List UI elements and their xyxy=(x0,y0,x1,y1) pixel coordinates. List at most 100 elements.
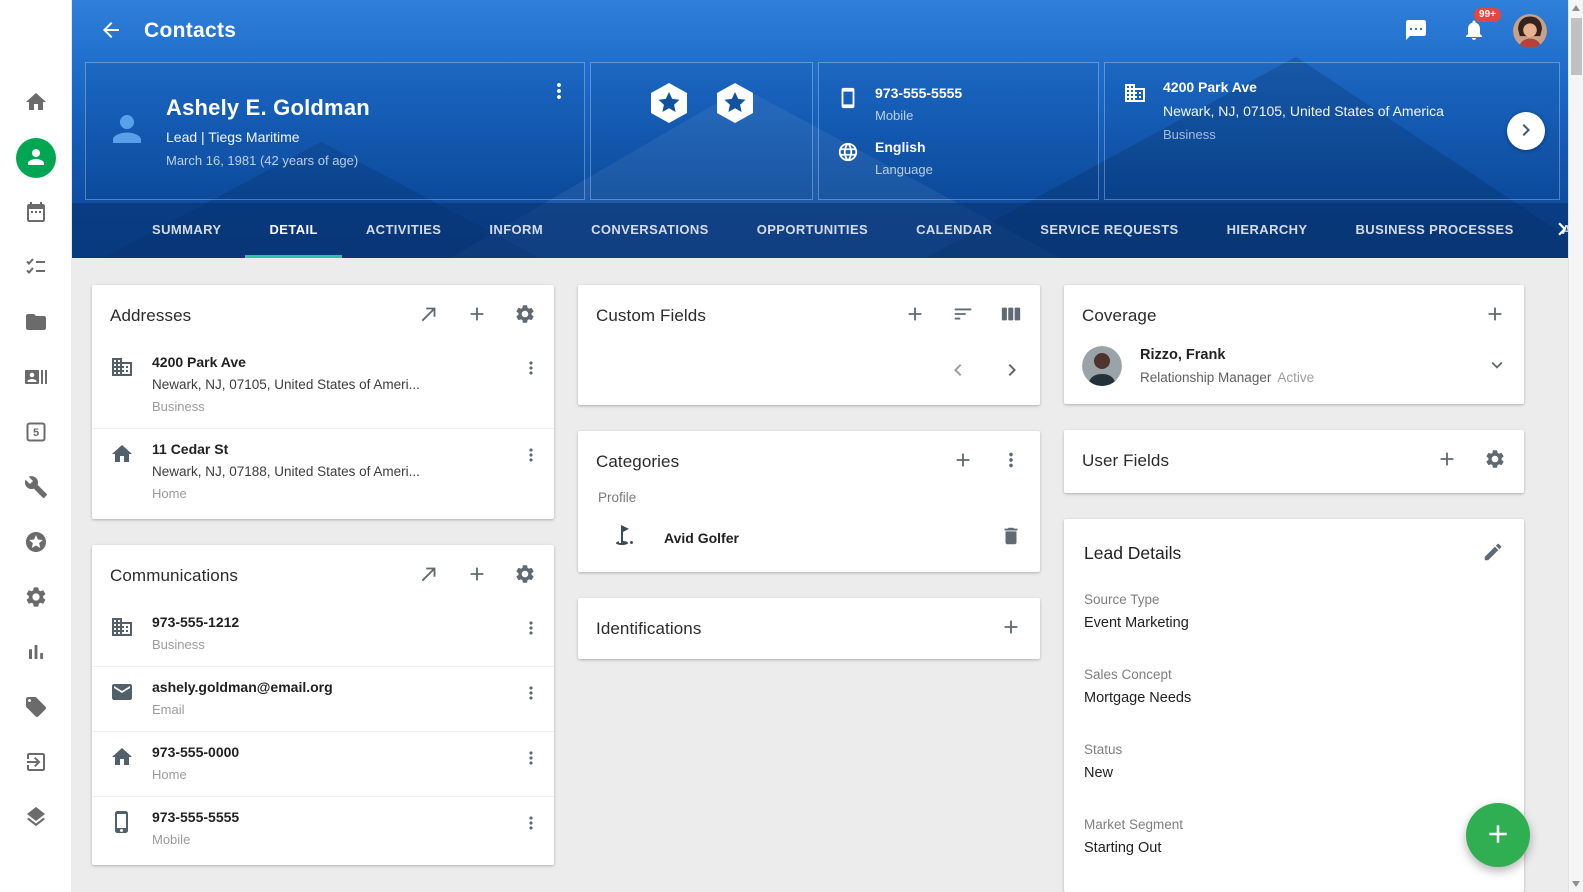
kebab-menu-icon xyxy=(1000,449,1022,474)
tab-activities[interactable]: ACTIVITIES xyxy=(342,203,466,258)
sidebar-item-queue[interactable]: 5 xyxy=(23,420,49,446)
address-line2: Newark, NJ, 07105, United States of Amer… xyxy=(152,377,506,392)
sidebar-item-reports[interactable] xyxy=(23,640,49,666)
tasks-checklist-icon xyxy=(24,255,48,282)
lead-field-label: Status xyxy=(1084,742,1504,757)
lead-details-edit-button[interactable] xyxy=(1482,541,1504,566)
add-record-fab[interactable] xyxy=(1466,803,1530,867)
gear-icon xyxy=(1484,448,1506,473)
sidebar-item-tools[interactable] xyxy=(23,475,49,501)
address-list-item[interactable]: 11 Cedar St Newark, NJ, 07188, United St… xyxy=(92,428,554,515)
communication-list-item[interactable]: ashely.goldman@email.org Email xyxy=(92,666,554,731)
tab-conversations[interactable]: CONVERSATIONS xyxy=(567,203,733,258)
communications-open-button[interactable] xyxy=(418,563,440,588)
business-building-icon xyxy=(110,355,134,384)
sidebar-item-contacts[interactable] xyxy=(16,138,56,178)
notification-badge: 99+ xyxy=(1474,8,1501,22)
business-building-icon xyxy=(1123,81,1147,110)
plus-icon xyxy=(1436,448,1458,473)
communication-list-item[interactable]: 973-555-1212 Business xyxy=(92,602,554,666)
scrollbar-up-arrow[interactable] xyxy=(1572,5,1580,11)
sidebar-item-calendar[interactable] xyxy=(23,200,49,226)
vertical-scrollbar[interactable] xyxy=(1568,0,1583,892)
sidebar-item-signout[interactable] xyxy=(23,750,49,776)
coverage-expand-button[interactable] xyxy=(1486,354,1508,379)
communication-item-menu-button[interactable] xyxy=(516,614,546,644)
identifications-add-button[interactable] xyxy=(1000,616,1022,641)
column-2: Custom Fields Categories xyxy=(578,285,1040,659)
scrollbar-thumb[interactable] xyxy=(1571,18,1582,75)
plus-icon xyxy=(1484,303,1506,328)
kebab-menu-icon xyxy=(521,683,541,706)
address-list-item[interactable]: 4200 Park Ave Newark, NJ, 07105, United … xyxy=(92,342,554,428)
communication-item-menu-button[interactable] xyxy=(516,679,546,709)
communication-list-item[interactable]: 973-555-0000 Home xyxy=(92,731,554,796)
user-fields-add-button[interactable] xyxy=(1436,448,1458,473)
sidebar-item-documents[interactable] xyxy=(23,310,49,336)
sidebar-item-rewards[interactable] xyxy=(23,530,49,556)
communication-item-menu-button[interactable] xyxy=(516,744,546,774)
category-list-item[interactable]: Avid Golfer xyxy=(578,515,1040,572)
categories-title: Categories xyxy=(596,452,679,472)
scrollbar-down-arrow[interactable] xyxy=(1572,881,1580,887)
calendar-icon xyxy=(24,200,48,227)
sidebar-item-offers[interactable] xyxy=(23,695,49,721)
addresses-open-button[interactable] xyxy=(418,303,440,328)
addresses-add-button[interactable] xyxy=(466,303,488,328)
categories-menu-button[interactable] xyxy=(1000,449,1022,474)
custom-fields-next-page-button[interactable] xyxy=(1000,358,1024,385)
custom-fields-prev-page-button[interactable] xyxy=(946,358,970,385)
custom-fields-sort-button[interactable] xyxy=(952,303,974,328)
address-item-menu-button[interactable] xyxy=(516,354,546,384)
hexagon-star-badge-icon[interactable] xyxy=(713,81,757,130)
user-fields-settings-button[interactable] xyxy=(1484,448,1506,473)
categories-add-button[interactable] xyxy=(952,449,974,474)
hexagon-star-badge-icon[interactable] xyxy=(647,81,691,130)
bar-chart-icon xyxy=(24,640,48,667)
star-badge-icon xyxy=(24,530,48,557)
custom-fields-columns-button[interactable] xyxy=(1000,303,1022,328)
tab-hierarchy[interactable]: HIERARCHY xyxy=(1203,203,1332,258)
coverage-add-button[interactable] xyxy=(1484,303,1506,328)
messages-button[interactable] xyxy=(1397,12,1435,50)
communication-value: 973-555-0000 xyxy=(152,744,506,760)
tab-opportunities[interactable]: OPPORTUNITIES xyxy=(733,203,892,258)
addresses-settings-button[interactable] xyxy=(514,303,536,328)
profile-strip-next-button[interactable] xyxy=(1507,112,1545,150)
contact-birthdate: March 16, 1981 (42 years of age) xyxy=(166,153,370,168)
address-item-menu-button[interactable] xyxy=(516,441,546,471)
identifications-card: Identifications xyxy=(578,598,1040,659)
coverage-list-item[interactable]: Rizzo, Frank Relationship ManagerActive xyxy=(1064,342,1524,404)
kebab-menu-icon xyxy=(521,748,541,771)
user-avatar[interactable] xyxy=(1513,14,1547,48)
communication-list-item[interactable]: 973-555-5555 Mobile xyxy=(92,796,554,861)
tab-summary[interactable]: SUMMARY xyxy=(128,203,245,258)
menu-button[interactable] xyxy=(17,18,55,56)
profile-more-menu-button[interactable] xyxy=(540,73,578,111)
tab-detail[interactable]: DETAIL xyxy=(245,203,341,258)
tab-calendar[interactable]: CALENDAR xyxy=(892,203,1016,258)
mobile-phone-icon xyxy=(110,810,134,839)
communications-settings-button[interactable] xyxy=(514,563,536,588)
communications-add-button[interactable] xyxy=(466,563,488,588)
sidebar-item-contact-cards[interactable] xyxy=(23,365,49,391)
app-window: 5 xyxy=(0,0,1583,892)
sidebar-item-layers[interactable] xyxy=(23,805,49,831)
category-delete-button[interactable] xyxy=(1000,525,1022,550)
phone-label: Mobile xyxy=(875,108,962,123)
exit-to-app-icon xyxy=(24,750,48,777)
coverage-title: Coverage xyxy=(1082,306,1157,326)
custom-fields-add-button[interactable] xyxy=(904,303,926,328)
open-diagonal-arrow-icon xyxy=(418,303,440,328)
tab-business-processes[interactable]: BUSINESS PROCESSES xyxy=(1332,203,1538,258)
lead-field-value: Mortgage Needs xyxy=(1084,690,1504,706)
back-button[interactable] xyxy=(92,12,130,50)
tab-service-requests[interactable]: SERVICE REQUESTS xyxy=(1016,203,1202,258)
tab-inform[interactable]: INFORM xyxy=(465,203,567,258)
sidebar-item-tasks[interactable] xyxy=(23,255,49,281)
communication-item-menu-button[interactable] xyxy=(516,809,546,839)
gear-icon xyxy=(514,303,536,328)
sidebar-item-settings[interactable] xyxy=(23,585,49,611)
sidebar-item-home[interactable] xyxy=(23,90,49,116)
primary-address-line1: 4200 Park Ave xyxy=(1163,79,1444,95)
